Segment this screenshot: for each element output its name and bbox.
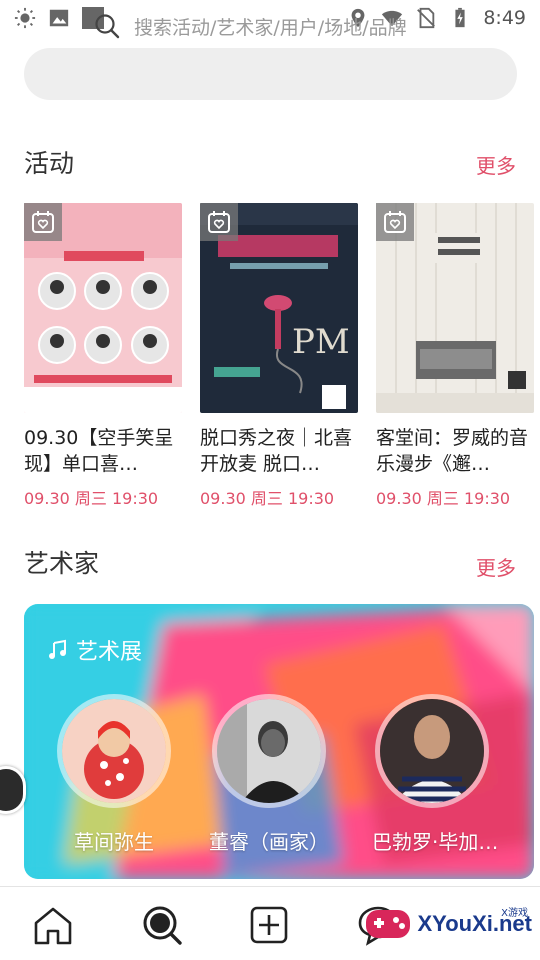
svg-text:PM: PM [292,322,350,362]
event-title: 09.30【空手笑呈现】单口喜… [24,427,174,475]
home-icon [34,907,72,945]
artists-section-title: 艺术家 [24,549,100,578]
event-card[interactable]: 客堂间：罗威的音乐漫步《邂… 09.30 周三 19:30 [376,203,534,513]
artist-item[interactable]: 巴勃罗·毕加… [372,694,499,855]
nav-discover[interactable] [140,903,184,947]
artist-item[interactable]: 董睿（画家） [209,694,329,855]
calendar-heart-icon [384,211,406,233]
event-card[interactable]: PM 脱口秀之夜｜北喜开放麦 脱口… 09.30 周三 19:30 [200,203,358,513]
discover-icon [143,906,182,945]
search-placeholder: 搜索活动/艺术家/用户/场地/品牌 [134,17,407,39]
event-title: 脱口秀之夜｜北喜开放麦 脱口… [200,427,353,475]
search-input[interactable] [24,48,517,100]
artist-name: 巴勃罗·毕加… [372,830,499,854]
event-time: 09.30 周三 19:30 [376,489,511,508]
artist-name: 董睿（画家） [209,830,329,854]
calendar-heart-icon [208,211,230,233]
event-card[interactable]: 09.30【空手笑呈现】单口喜… 09.30 周三 19:30 [24,203,182,513]
banner-label-text: 艺术展 [76,640,143,665]
calendar-heart-icon [32,211,54,233]
status-time: 8:49 [483,7,526,29]
artist-banner[interactable]: 艺术展 草间弥生 董睿（画家） 巴勃罗·毕加… [24,604,534,879]
event-time: 09.30 周三 19:30 [200,489,335,508]
watermark-small: X游戏 [501,908,528,919]
artist-item[interactable]: 草间弥生 [54,694,174,855]
brightness-icon [14,7,36,29]
event-time: 09.30 周三 19:30 [24,489,159,508]
banner-label: 艺术展 [46,634,142,666]
events-section-title: 活动 [24,149,75,178]
event-title: 客堂间：罗威的音乐漫步《邂… [376,427,529,475]
image-icon [49,9,69,27]
nav-add[interactable] [247,903,291,947]
artist-name: 草间弥生 [74,830,154,854]
no-sim-icon [417,7,436,29]
artists-more-link[interactable]: 更多 [476,552,516,581]
search-icon [95,14,120,39]
favorite-badge[interactable] [200,203,238,241]
battery-charging-icon [455,7,465,28]
artist-avatar [57,694,171,808]
favorite-badge[interactable] [24,203,62,241]
artist-avatar [212,694,326,808]
music-note-icon [49,639,66,659]
add-icon [250,906,288,944]
nav-home[interactable] [31,903,75,947]
gamepad-logo-icon [365,910,410,938]
artist-avatar [375,694,489,808]
events-more-link[interactable]: 更多 [476,150,516,179]
favorite-badge[interactable] [376,203,414,241]
floating-assistant-button[interactable] [0,766,26,814]
